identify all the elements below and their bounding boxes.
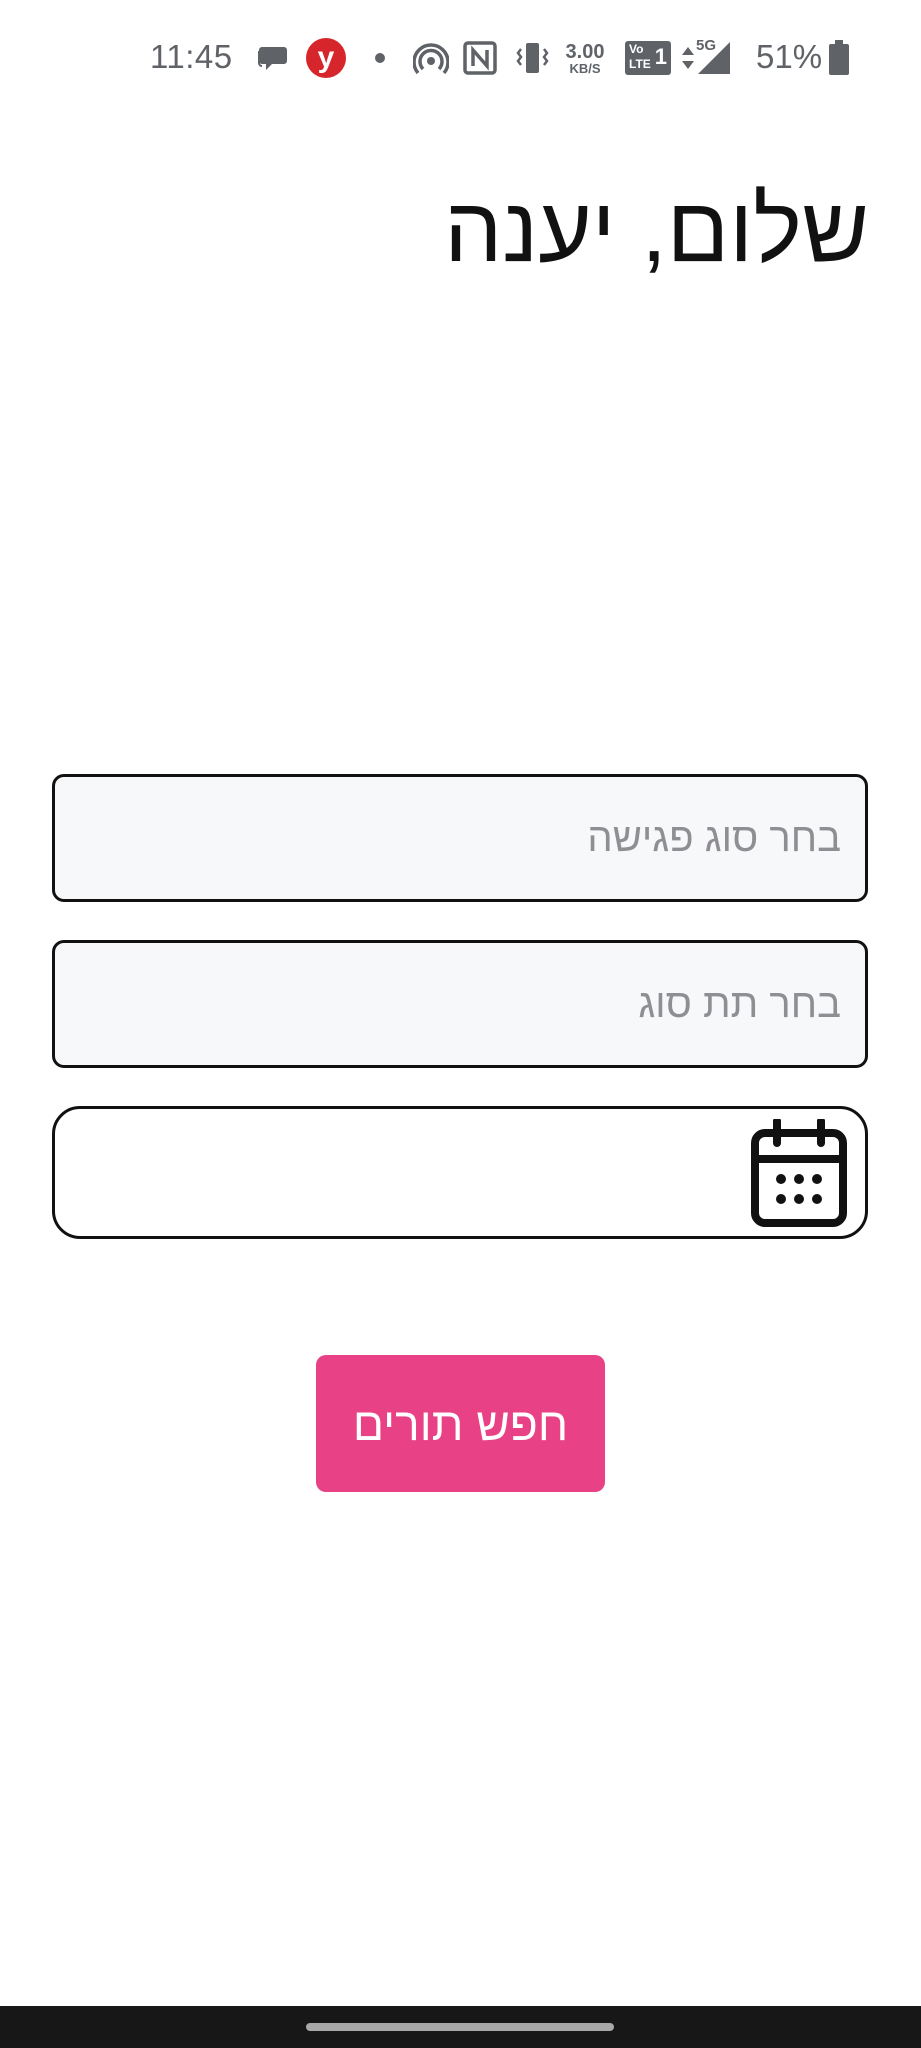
vibrate-icon bbox=[515, 40, 549, 76]
volte-icon: Vo LTE 1 bbox=[625, 40, 671, 76]
status-bar: 11:45 y 3.00 KB/S Vo LTE 1 5G 51% bbox=[0, 0, 921, 118]
chat-icon bbox=[256, 40, 290, 76]
navigation-bar bbox=[0, 2006, 921, 2048]
home-gesture-handle[interactable] bbox=[306, 2023, 614, 2031]
nfc-icon bbox=[463, 40, 497, 76]
network-speed-unit: KB/S bbox=[569, 60, 601, 76]
network-speed-value: 3.00 bbox=[565, 40, 605, 63]
sim-number: 1 bbox=[654, 44, 667, 69]
meeting-type-select[interactable]: בחר סוג פגישה bbox=[52, 774, 868, 902]
status-time: 11:45 bbox=[150, 38, 233, 75]
ynet-app-letter: y bbox=[317, 41, 335, 74]
calendar-icon[interactable] bbox=[749, 1117, 849, 1229]
battery-icon bbox=[828, 40, 850, 76]
date-field[interactable] bbox=[52, 1106, 868, 1239]
data-arrows-icon bbox=[680, 40, 696, 76]
ynet-app-icon: y bbox=[306, 38, 346, 78]
sub-type-select[interactable]: בחר תת סוג bbox=[52, 940, 868, 1068]
lte-label: LTE bbox=[629, 57, 651, 71]
meeting-type-placeholder: בחר סוג פגישה bbox=[587, 815, 841, 860]
greeting-title: שלום, יענה bbox=[444, 179, 869, 281]
volte-label: Vo bbox=[629, 42, 644, 56]
search-appointments-button[interactable]: חפש תורים bbox=[316, 1355, 605, 1492]
network-speed-icon: 3.00 KB/S bbox=[563, 40, 607, 76]
hotspot-icon bbox=[413, 40, 449, 76]
battery-percent: 51% bbox=[756, 38, 823, 75]
network-type: 5G bbox=[696, 37, 717, 54]
screen: 11:45 y 3.00 KB/S Vo LTE 1 5G 51% שלום, … bbox=[0, 0, 921, 2048]
sub-type-placeholder: בחר תת סוג bbox=[638, 981, 841, 1026]
dot-icon bbox=[374, 40, 386, 76]
signal-icon: 5G bbox=[696, 37, 732, 76]
